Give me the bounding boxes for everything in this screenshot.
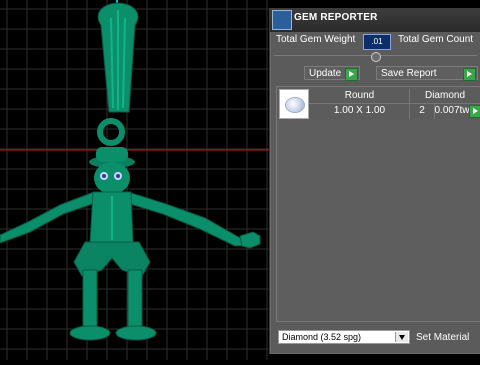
update-button[interactable]: Update xyxy=(304,66,360,81)
total-gem-count-label: Total Gem Count xyxy=(398,34,474,45)
update-label: Update xyxy=(309,68,342,79)
count-cell: 2 xyxy=(419,105,425,116)
app-icon xyxy=(272,10,292,30)
shape-header: Round xyxy=(344,90,375,101)
gem-row[interactable]: Round Diamond 1.00 X 1.00 2 0.007tw xyxy=(279,89,480,119)
play-icon xyxy=(345,68,358,81)
total-gem-weight-field[interactable]: .01 xyxy=(363,34,391,50)
actions-row: Update Save Report xyxy=(270,66,480,82)
play-icon xyxy=(463,68,476,81)
panel-title: GEM REPORTER xyxy=(294,12,378,23)
weight-cell: 0.007tw xyxy=(434,105,470,116)
round-gem-icon xyxy=(286,98,304,112)
save-report-label: Save Report xyxy=(381,68,437,79)
total-gem-weight-label: Total Gem Weight xyxy=(276,34,356,45)
gem-reporter-panel: GEM REPORTER Total Gem Weight .01 Total … xyxy=(269,8,480,354)
divider-knob-icon[interactable] xyxy=(371,52,381,62)
totals-row: Total Gem Weight .01 Total Gem Count xyxy=(270,34,480,50)
set-material-button[interactable]: Set Material xyxy=(416,331,480,345)
gem-thumbnail xyxy=(279,89,309,119)
chevron-down-icon[interactable] xyxy=(395,332,408,342)
panel-titlebar[interactable]: GEM REPORTER xyxy=(270,8,480,32)
play-icon[interactable] xyxy=(469,105,480,118)
stone-header: Diamond xyxy=(424,90,466,101)
size-cell: 1.00 X 1.00 xyxy=(333,105,386,116)
material-dropdown-value: Diamond (3.52 spg) xyxy=(282,332,362,342)
material-dropdown[interactable]: Diamond (3.52 spg) xyxy=(278,330,410,344)
gem-list[interactable]: Round Diamond 1.00 X 1.00 2 0.007tw xyxy=(276,86,480,322)
save-report-button[interactable]: Save Report xyxy=(376,66,478,81)
material-footer: Diamond (3.52 spg) Set Material xyxy=(270,328,480,348)
